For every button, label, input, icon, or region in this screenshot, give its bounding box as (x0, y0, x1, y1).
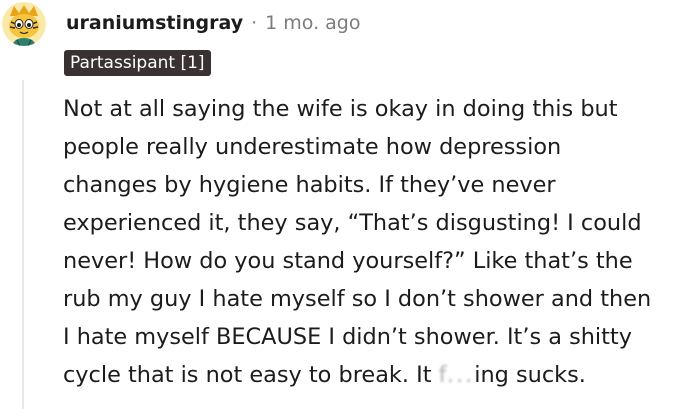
censored-word: f... (438, 362, 475, 388)
comment-text-line: I hate myself BECAUSE I didn’t shower. I… (63, 324, 632, 350)
last-line-start: cycle that is not easy to break. It (63, 362, 439, 388)
comment-text-line: changes by hygiene habits. If they’ve ne… (63, 172, 556, 198)
comment-meta: uraniumstingray · 1 mo. ago (66, 6, 361, 40)
timestamp[interactable]: 1 mo. ago (265, 12, 360, 34)
username-link[interactable]: uraniumstingray (66, 12, 243, 34)
comment: uraniumstingray · 1 mo. ago Partassipant… (0, 0, 700, 409)
comment-text-line: experienced it, they say, “That’s disgus… (63, 210, 642, 236)
last-line-end: ing sucks. (474, 362, 586, 388)
comment-body: Not at all saying the wife is okay in do… (63, 90, 695, 394)
comment-text-line: people really underestimate how depressi… (63, 134, 562, 160)
comment-text-line: rub my guy I hate myself so I don’t show… (63, 286, 652, 312)
comment-text-line-last: cycle that is not easy to break. It f...… (63, 356, 695, 394)
user-flair-badge: Partassipant [1] (64, 50, 211, 76)
comment-text-line: never! How do you stand yourself?” Like … (63, 248, 633, 274)
meta-separator: · (251, 12, 258, 34)
thread-line[interactable] (22, 80, 24, 409)
comment-text-line: Not at all saying the wife is okay in do… (63, 96, 618, 122)
user-avatar-icon[interactable] (2, 2, 46, 46)
